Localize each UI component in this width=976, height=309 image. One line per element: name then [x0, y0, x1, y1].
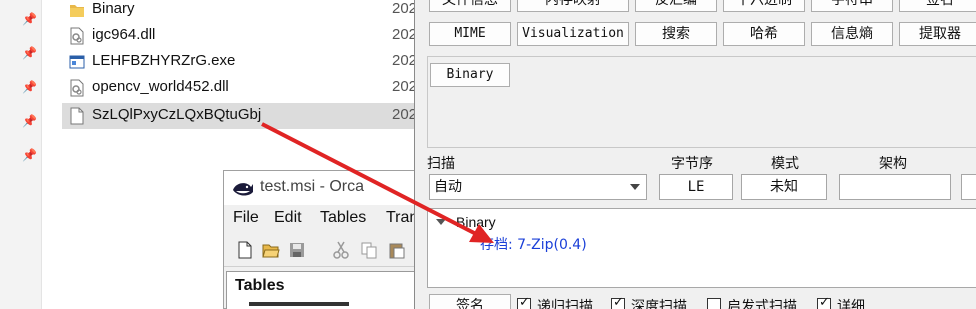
desktop: 📌 📌 📌 📌 📌 Binary 202 igc964.dll 202 LEHF…	[0, 0, 976, 309]
arrow-line	[261, 122, 481, 238]
annotation-arrow	[261, 122, 494, 243]
